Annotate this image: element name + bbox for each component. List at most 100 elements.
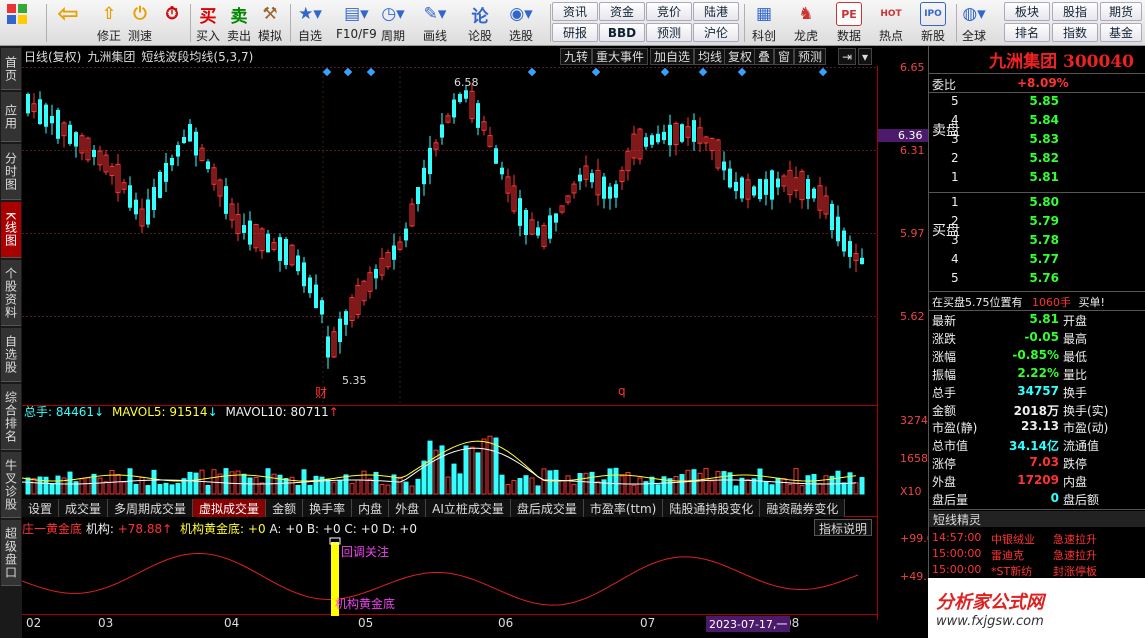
timer-button[interactable]: ⏱ (159, 2, 185, 44)
predict-button[interactable]: 预测 (794, 48, 827, 65)
funds-button[interactable]: 资金 (599, 2, 645, 21)
bid-price[interactable]: 5.78 (1009, 233, 1059, 247)
event-mark[interactable]: q (618, 384, 626, 398)
bid-price[interactable]: 5.76 (1009, 271, 1059, 285)
tab-amount[interactable]: 金额 (266, 499, 304, 517)
window-button[interactable]: 窗 (774, 48, 795, 65)
tab-stock-info[interactable]: 个股资料 (1, 260, 21, 326)
ask-price[interactable]: 5.83 (1009, 132, 1059, 146)
longhu-button[interactable]: ♞ 龙虎 (793, 2, 819, 44)
volume-bar (25, 477, 31, 495)
alert-stock[interactable]: *ST新纺 (991, 563, 1032, 579)
date-tick: 04 (224, 616, 240, 630)
watchlist-button[interactable]: ★▾ 自选 (297, 2, 323, 44)
adjust-button[interactable]: 复权 (724, 48, 757, 65)
ipo-button[interactable]: IPO 新股 (920, 2, 946, 44)
sector-button[interactable]: 板块 (1004, 2, 1050, 21)
volume-bar (175, 483, 181, 495)
tab-outer[interactable]: 外盘 (389, 499, 427, 517)
f10-button[interactable]: ▤▾ F10/F9 (336, 2, 377, 44)
candle-body (278, 237, 282, 261)
kechuang-button[interactable]: ▦ 科创 (751, 2, 777, 44)
major-events-button[interactable]: 重大事件 (592, 48, 649, 65)
alert-event: 封涨停板 (1053, 565, 1097, 578)
fix-button[interactable]: ⇧ 修正 (96, 2, 122, 44)
stat-label-right: 开盘 (1063, 314, 1088, 328)
ask-price[interactable]: 5.84 (1009, 113, 1059, 127)
ma-button[interactable]: 均线 (694, 48, 727, 65)
tab-ai-volume[interactable]: AI立桩成交量 (426, 499, 511, 517)
tab-margin-change[interactable]: 融资融券变化 (760, 499, 846, 517)
candle-body (50, 116, 54, 124)
tab-after-hours-volume[interactable]: 盘后成交量 (510, 499, 584, 517)
tab-diagnosis[interactable]: 牛叉诊股 (1, 452, 21, 518)
nine-turn-button[interactable]: 九转 (560, 48, 593, 65)
tab-virtual-volume[interactable]: 虚拟成交量 (193, 499, 267, 517)
alert-stock[interactable]: 中银绒业 (991, 531, 1035, 547)
tab-multi-period-volume[interactable]: 多周期成交量 (108, 499, 194, 517)
auction-button[interactable]: 竞价 (646, 2, 692, 21)
fund-button[interactable]: 基金 (1100, 23, 1142, 42)
kline-chart[interactable]: 6.65 6.31 5.97 5.62 6.36 6.58 5.35 财 q 总… (22, 61, 941, 620)
draw-line-button[interactable]: ✎▾ 画线 (422, 2, 448, 44)
period-label[interactable]: 日线(复权) (24, 48, 81, 65)
stat-label: 总手 (932, 385, 957, 400)
global-button[interactable]: ◍▾ 全球 (961, 2, 987, 44)
ask-level: 4 (951, 113, 959, 127)
tab-ranking[interactable]: 综合排名 (1, 384, 21, 450)
tab-home[interactable]: 首页 (1, 48, 21, 90)
stock-index-button[interactable]: 股指 (1052, 2, 1098, 21)
tab-watchlist[interactable]: 自选股 (1, 328, 21, 382)
forecast-button[interactable]: 预测 (646, 23, 692, 42)
ask-price[interactable]: 5.82 (1009, 151, 1059, 165)
alert-stock[interactable]: 雷迪克 (991, 547, 1024, 563)
stock-select-button[interactable]: ◉▾ 选股 (508, 2, 534, 44)
stat-value: 17209 (1017, 473, 1059, 488)
buy-button[interactable]: 买 买入 (195, 2, 221, 44)
hot-button[interactable]: HOT 热点 (878, 2, 904, 44)
chevron-down-icon[interactable]: ▾ (858, 48, 873, 65)
stat-label: 盘后量 (932, 493, 969, 507)
period-button[interactable]: ◷▾ 周期 (380, 2, 406, 44)
bid-price[interactable]: 5.77 (1009, 252, 1059, 266)
bid-price[interactable]: 5.79 (1009, 214, 1059, 228)
ask-price[interactable]: 5.85 (1009, 94, 1059, 108)
research-button[interactable]: 研报 (552, 23, 598, 42)
windows-button[interactable] (4, 2, 30, 44)
news-button[interactable]: 资讯 (552, 2, 598, 21)
financial-mark[interactable]: 财 (315, 384, 327, 401)
candle-body (770, 170, 774, 200)
tab-turnover[interactable]: 换手率 (303, 499, 353, 517)
shanghai-london-button[interactable]: 沪伦 (693, 23, 739, 42)
add-watchlist-button[interactable]: 加自选 (650, 48, 695, 65)
tab-timeshare[interactable]: 分时图 (1, 144, 21, 200)
tab-connect-holding[interactable]: 陆股通持股变化 (663, 499, 761, 517)
expand-icon[interactable]: ⇥ (838, 48, 857, 65)
tab-settings[interactable]: 设置 (22, 499, 60, 517)
hk-connect-button[interactable]: 陆港 (693, 2, 739, 21)
tab-apps[interactable]: 应用 (1, 92, 21, 142)
speed-test-button[interactable]: ⏻ 测速 (127, 2, 153, 44)
index-button[interactable]: 指数 (1052, 23, 1098, 42)
sell-button[interactable]: 卖 卖出 (226, 2, 252, 44)
data-button[interactable]: PE 数据 (836, 2, 862, 44)
webi-value: +8.09% (1017, 76, 1069, 90)
discuss-button[interactable]: 论 论股 (467, 2, 493, 44)
indicator-name[interactable]: 短线波段均线(5,3,7) (141, 48, 253, 65)
tab-pe-ttm[interactable]: 市盈率(ttm) (583, 499, 664, 517)
futures-button[interactable]: 期货 (1100, 2, 1142, 21)
ranking-button[interactable]: 排名 (1004, 23, 1050, 42)
tab-inner[interactable]: 内盘 (352, 499, 390, 517)
tab-volume[interactable]: 成交量 (59, 499, 109, 517)
indicator-help-button[interactable]: 指标说明 (814, 519, 873, 536)
tab-super-order[interactable]: 超级盘口 (1, 520, 21, 586)
bbd-button[interactable]: BBD (599, 23, 645, 42)
simulate-button[interactable]: ⚒ 模拟 (257, 2, 283, 44)
tab-kline[interactable]: K线图 (1, 202, 21, 258)
overlay-button[interactable]: 叠 (754, 48, 775, 65)
back-button[interactable]: ⇦ (55, 0, 81, 44)
stat-label-right: 流通值 (1063, 439, 1100, 454)
bid-price[interactable]: 5.80 (1009, 195, 1059, 209)
ask-price[interactable]: 5.81 (1009, 170, 1059, 184)
stat-value: 34.14亿 (1009, 439, 1059, 454)
